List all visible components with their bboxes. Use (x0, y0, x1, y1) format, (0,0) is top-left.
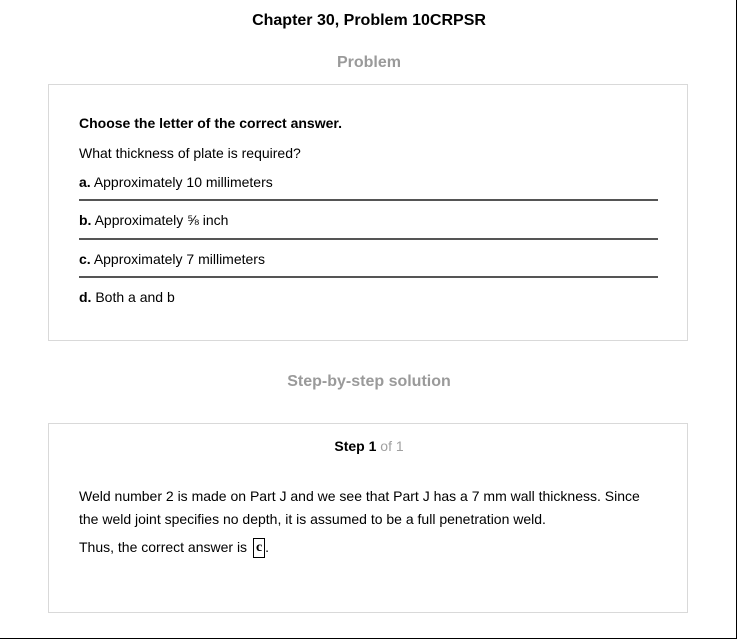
problem-question: What thickness of plate is required? (79, 145, 301, 161)
page-title: Chapter 30, Problem 10CRPSR (252, 12, 486, 29)
option-a: a. Approximately 10 millimeters (79, 173, 657, 191)
option-text: Approximately 10 millimeters (93, 174, 273, 190)
solution-card: Step 1 of 1 Weld number 2 is made on Par… (48, 423, 688, 613)
solution-heading: Step-by-step solution (287, 373, 451, 390)
option-letter: a. (79, 174, 91, 190)
step-number: 1 (368, 438, 377, 454)
answer-box: c (252, 538, 266, 559)
option-divider (79, 238, 658, 240)
option-letter: c. (79, 251, 91, 267)
problem-instruction: Choose the letter of the correct answer. (79, 115, 342, 131)
option-divider (79, 199, 658, 201)
option-text: Both a and b (95, 289, 175, 305)
option-text: Approximately ⅝ inch (94, 212, 229, 228)
option-b: b. Approximately ⅝ inch (79, 211, 657, 229)
step-word: Step (334, 438, 365, 454)
option-letter: b. (79, 212, 92, 228)
problem-card: Choose the letter of the correct answer.… (48, 84, 688, 341)
option-text: Approximately 7 millimeters (93, 251, 265, 267)
step-indicator: Step 1 of 1 (49, 437, 689, 455)
answer-prefix: Thus, the correct answer is (79, 539, 248, 555)
option-letter: d. (79, 289, 92, 305)
answer-line: Thus, the correct answer is c. (79, 538, 270, 559)
step-total: of 1 (380, 438, 404, 454)
option-divider (79, 276, 658, 278)
answer-suffix: . (265, 539, 270, 555)
solution-explanation: Weld number 2 is made on Part J and we s… (79, 488, 640, 527)
option-d: d. Both a and b (79, 288, 657, 306)
option-c: c. Approximately 7 millimeters (79, 250, 657, 268)
problem-heading: Problem (336, 54, 401, 71)
